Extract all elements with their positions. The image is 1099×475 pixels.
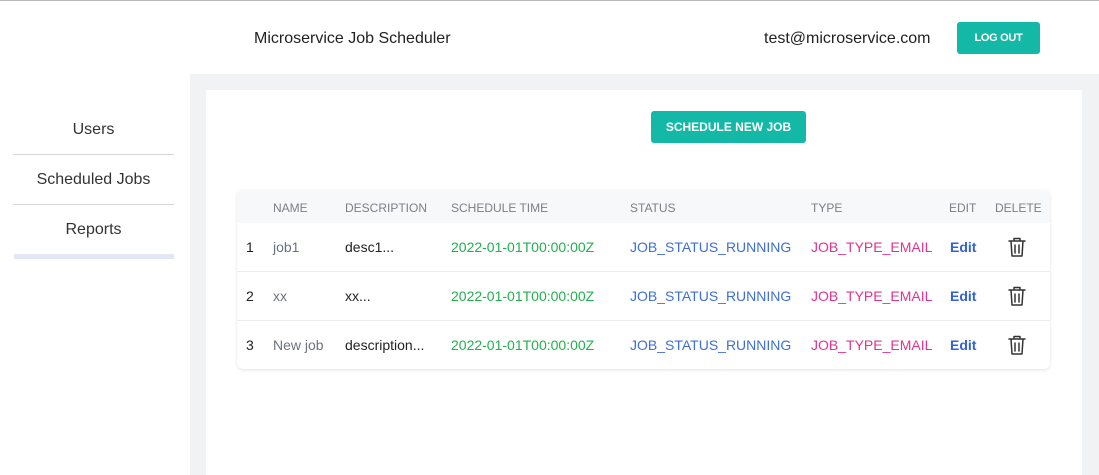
row-status: JOB_STATUS_RUNNING [630,288,792,304]
edit-link[interactable]: Edit [950,288,976,304]
header-edit: EDIT [949,201,977,215]
trash-icon[interactable] [1007,334,1027,356]
sidebar: Users Scheduled Jobs Reports [0,74,190,475]
row-description: xx... [345,288,371,304]
app-title: Microservice Job Scheduler [254,30,451,47]
logout-button[interactable]: LOG OUT [957,22,1040,54]
edit-link[interactable]: Edit [950,239,976,255]
row-schedule-time: 2022-01-01T00:00:00Z [451,337,595,353]
header-description: DESCRIPTION [345,201,428,215]
sidebar-item-scheduled-jobs[interactable]: Scheduled Jobs [13,155,174,205]
row-type: JOB_TYPE_EMAIL [811,337,933,353]
row-name: xx [273,288,287,304]
row-index: 3 [246,337,254,353]
top-header: Microservice Job Scheduler test@microser… [0,1,1099,74]
sidebar-item-reports[interactable]: Reports [13,205,174,255]
row-schedule-time: 2022-01-01T00:00:00Z [451,288,595,304]
row-description: desc1... [345,239,395,255]
sidebar-active-indicator [14,254,174,259]
edit-link[interactable]: Edit [950,337,976,353]
trash-icon[interactable] [1007,285,1027,307]
row-status: JOB_STATUS_RUNNING [630,239,792,255]
table-row: 1 job1 desc1... 2022-01-01T00:00:00Z JOB… [237,223,1050,272]
row-name: job1 [273,239,300,255]
jobs-table: NAME DESCRIPTION SCHEDULE TIME STATUS TY… [237,190,1050,369]
table-row: 3 New job description... 2022-01-01T00:0… [237,321,1050,369]
trash-icon[interactable] [1007,236,1027,258]
schedule-new-job-button[interactable]: SCHEDULE NEW JOB [651,111,806,143]
header-status: STATUS [630,201,676,215]
table-header: NAME DESCRIPTION SCHEDULE TIME STATUS TY… [237,190,1050,223]
row-schedule-time: 2022-01-01T00:00:00Z [451,239,595,255]
sidebar-item-users[interactable]: Users [13,105,174,155]
header-schedule-time: SCHEDULE TIME [451,201,549,215]
table-row: 2 xx xx... 2022-01-01T00:00:00Z JOB_STAT… [237,272,1050,321]
row-type: JOB_TYPE_EMAIL [811,239,933,255]
row-index: 2 [246,288,254,304]
row-status: JOB_STATUS_RUNNING [630,337,792,353]
header-name: NAME [273,201,308,215]
user-email: test@microservice.com [764,30,931,47]
header-delete: DELETE [995,201,1042,215]
row-index: 1 [246,239,254,255]
header-type: TYPE [811,201,843,215]
row-name: New job [273,337,324,353]
row-description: description... [345,337,425,353]
row-type: JOB_TYPE_EMAIL [811,288,933,304]
